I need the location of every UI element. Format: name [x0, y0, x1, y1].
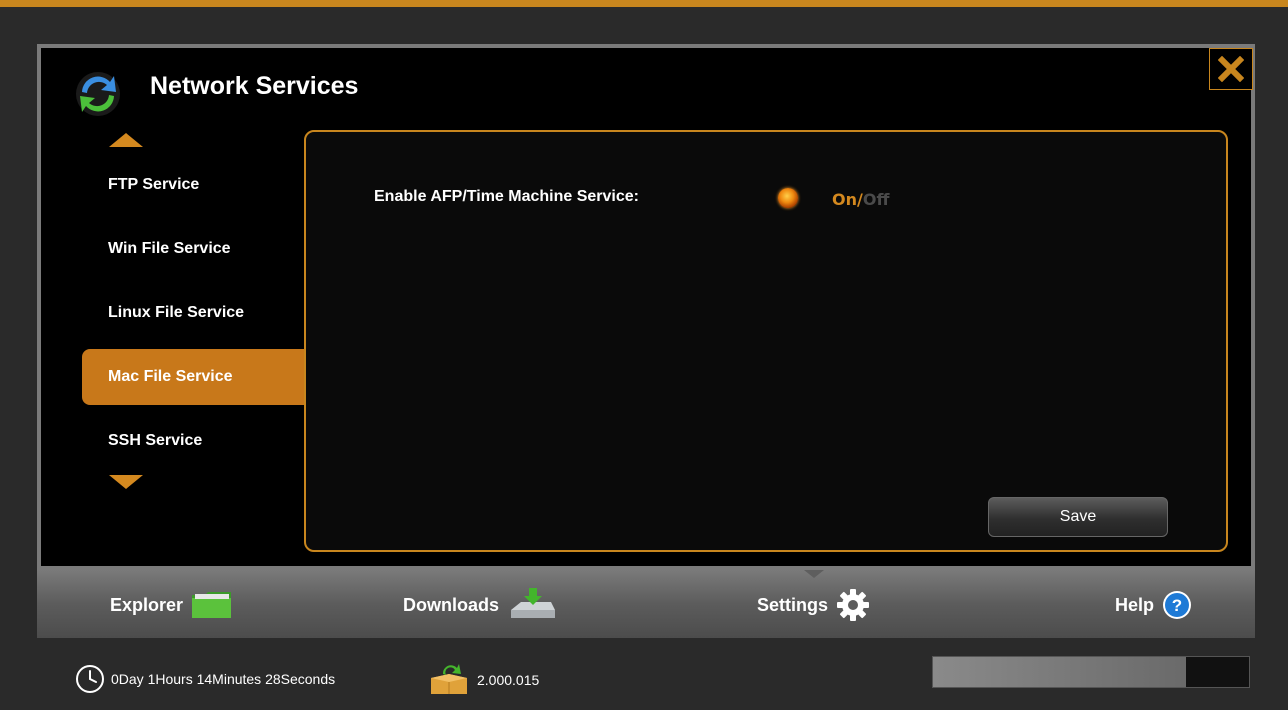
version-status: 2.000.015 — [427, 664, 539, 696]
download-drive-icon — [511, 588, 556, 618]
sidebar-item-linux-file-service[interactable]: Linux File Service — [82, 285, 304, 341]
folder-icon — [192, 592, 232, 618]
toggle-off-label[interactable]: Off — [863, 190, 890, 209]
on-off-toggle[interactable]: On/Off — [832, 190, 889, 209]
page-title: Network Services — [150, 72, 359, 100]
scroll-down-arrow-icon[interactable] — [109, 475, 143, 489]
help-icon: ? — [1163, 591, 1192, 619]
afp-service-label: Enable AFP/Time Machine Service: — [374, 188, 639, 205]
scroll-up-arrow-icon[interactable] — [109, 133, 143, 147]
tab-help-label: Help — [1115, 594, 1155, 615]
progress-bar-fill — [933, 657, 1186, 687]
save-button[interactable]: Save — [988, 497, 1168, 537]
sidebar-item-mac-file-service[interactable]: Mac File Service — [82, 349, 304, 405]
version-text: 2.000.015 — [477, 672, 540, 688]
active-tab-pointer — [804, 570, 824, 578]
toggle-on-label[interactable]: On — [832, 190, 857, 209]
tab-help[interactable]: Help ? — [1115, 590, 1192, 620]
uptime-text: 0Day 1Hours 14Minutes 28Seconds — [111, 671, 336, 687]
progress-bar — [932, 656, 1250, 688]
svg-text:?: ? — [1172, 596, 1182, 615]
afp-on-radio[interactable] — [778, 188, 798, 208]
tab-downloads-label: Downloads — [403, 594, 500, 615]
uptime-status: 0Day 1Hours 14Minutes 28Seconds — [75, 664, 335, 694]
tab-downloads[interactable]: Downloads — [403, 588, 557, 620]
close-button[interactable] — [1209, 48, 1253, 90]
tab-explorer-label: Explorer — [110, 594, 184, 615]
sidebar-item-ftp-service[interactable]: FTP Service — [82, 157, 304, 213]
clock-icon — [76, 665, 104, 693]
tab-explorer[interactable]: Explorer — [110, 590, 233, 620]
refresh-icon — [76, 72, 120, 116]
sidebar-item-ssh-service[interactable]: SSH Service — [82, 413, 304, 469]
top-accent-bar — [0, 0, 1288, 7]
tab-settings-label: Settings — [757, 594, 829, 615]
gear-icon — [837, 589, 870, 621]
sidebar-item-win-file-service[interactable]: Win File Service — [82, 221, 304, 277]
close-icon — [1218, 56, 1244, 82]
tab-settings[interactable]: Settings — [757, 589, 870, 621]
package-update-icon — [431, 664, 467, 694]
